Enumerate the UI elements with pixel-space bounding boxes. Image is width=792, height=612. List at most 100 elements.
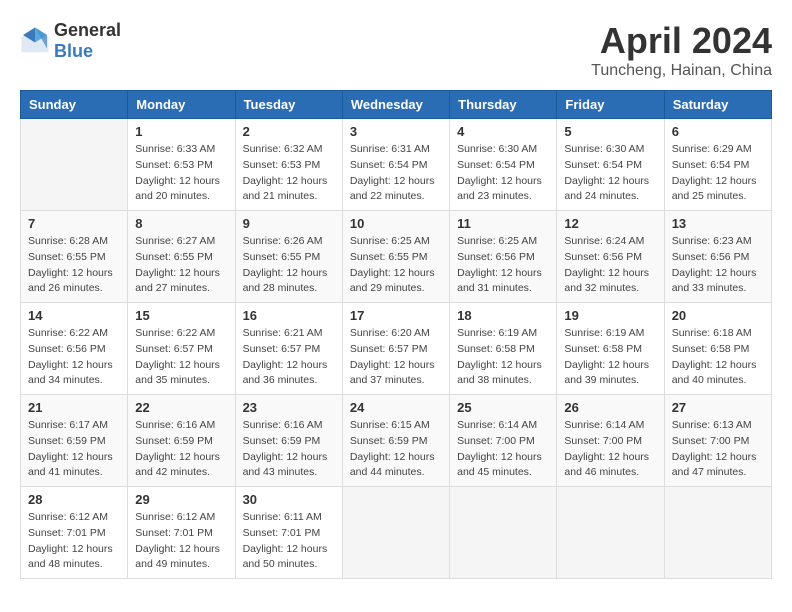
day-info: Sunrise: 6:15 AMSunset: 6:59 PMDaylight:…: [350, 418, 442, 481]
day-number: 17: [350, 308, 442, 323]
day-number: 27: [672, 400, 764, 415]
day-info: Sunrise: 6:17 AMSunset: 6:59 PMDaylight:…: [28, 418, 120, 481]
day-info: Sunrise: 6:16 AMSunset: 6:59 PMDaylight:…: [135, 418, 227, 481]
calendar-cell: [664, 487, 771, 579]
location-title: Tuncheng, Hainan, China: [591, 62, 772, 80]
week-row-2: 7 Sunrise: 6:28 AMSunset: 6:55 PMDaylight…: [21, 211, 772, 303]
logo: General Blue: [20, 20, 121, 62]
calendar-cell: 7 Sunrise: 6:28 AMSunset: 6:55 PMDaylight…: [21, 211, 128, 303]
day-info: Sunrise: 6:31 AMSunset: 6:54 PMDaylight:…: [350, 142, 442, 205]
day-info: Sunrise: 6:30 AMSunset: 6:54 PMDaylight:…: [564, 142, 656, 205]
day-number: 22: [135, 400, 227, 415]
calendar-cell: 25 Sunrise: 6:14 AMSunset: 7:00 PMDayligh…: [450, 395, 557, 487]
day-number: 25: [457, 400, 549, 415]
day-number: 30: [243, 492, 335, 507]
calendar-cell: 20Sunrise: 6:18 AMSunset: 6:58 PMDayligh…: [664, 303, 771, 395]
logo-icon: [20, 26, 50, 56]
calendar-cell: 24 Sunrise: 6:15 AMSunset: 6:59 PMDayligh…: [342, 395, 449, 487]
calendar-cell: [450, 487, 557, 579]
day-info: Sunrise: 6:30 AMSunset: 6:54 PMDaylight:…: [457, 142, 549, 205]
day-number: 10: [350, 216, 442, 231]
day-info: Sunrise: 6:11 AMSunset: 7:01 PMDaylight:…: [243, 510, 335, 573]
day-number: 16: [243, 308, 335, 323]
calendar-cell: 21 Sunrise: 6:17 AMSunset: 6:59 PMDayligh…: [21, 395, 128, 487]
calendar-cell: 13 Sunrise: 6:23 AMSunset: 6:56 PMDayligh…: [664, 211, 771, 303]
calendar-cell: 4 Sunrise: 6:30 AMSunset: 6:54 PMDaylight…: [450, 119, 557, 211]
day-info: Sunrise: 6:22 AMSunset: 6:57 PMDaylight:…: [135, 326, 227, 389]
calendar-cell: 12Sunrise: 6:24 AMSunset: 6:56 PMDayligh…: [557, 211, 664, 303]
day-number: 8: [135, 216, 227, 231]
day-info: Sunrise: 6:23 AMSunset: 6:56 PMDaylight:…: [672, 234, 764, 297]
day-number: 12: [564, 216, 656, 231]
calendar-cell: 6Sunrise: 6:29 AMSunset: 6:54 PMDaylight…: [664, 119, 771, 211]
week-row-4: 21 Sunrise: 6:17 AMSunset: 6:59 PMDayligh…: [21, 395, 772, 487]
month-title: April 2024: [591, 20, 772, 62]
day-number: 14: [28, 308, 120, 323]
day-info: Sunrise: 6:27 AMSunset: 6:55 PMDaylight:…: [135, 234, 227, 297]
calendar-cell: [342, 487, 449, 579]
calendar-cell: 18Sunrise: 6:19 AMSunset: 6:58 PMDayligh…: [450, 303, 557, 395]
calendar-cell: 1Sunrise: 6:33 AMSunset: 6:53 PMDaylight…: [128, 119, 235, 211]
calendar-cell: 19Sunrise: 6:19 AMSunset: 6:58 PMDayligh…: [557, 303, 664, 395]
day-number: 24: [350, 400, 442, 415]
day-number: 1: [135, 124, 227, 139]
logo-blue: Blue: [54, 41, 93, 61]
day-number: 2: [243, 124, 335, 139]
day-info: Sunrise: 6:20 AMSunset: 6:57 PMDaylight:…: [350, 326, 442, 389]
day-number: 13: [672, 216, 764, 231]
day-header-monday: Monday: [128, 91, 235, 119]
header: General Blue April 2024 Tuncheng, Hainan…: [20, 20, 772, 80]
day-info: Sunrise: 6:14 AMSunset: 7:00 PMDaylight:…: [564, 418, 656, 481]
day-info: Sunrise: 6:32 AMSunset: 6:53 PMDaylight:…: [243, 142, 335, 205]
calendar-cell: 30 Sunrise: 6:11 AMSunset: 7:01 PMDayligh…: [235, 487, 342, 579]
calendar-cell: [21, 119, 128, 211]
day-number: 3: [350, 124, 442, 139]
calendar-cell: 5 Sunrise: 6:30 AMSunset: 6:54 PMDaylight…: [557, 119, 664, 211]
day-number: 5: [564, 124, 656, 139]
day-number: 15: [135, 308, 227, 323]
day-number: 11: [457, 216, 549, 231]
day-info: Sunrise: 6:12 AMSunset: 7:01 PMDaylight:…: [28, 510, 120, 573]
day-info: Sunrise: 6:14 AMSunset: 7:00 PMDaylight:…: [457, 418, 549, 481]
day-info: Sunrise: 6:19 AMSunset: 6:58 PMDaylight:…: [564, 326, 656, 389]
logo-general: General: [54, 20, 121, 40]
day-number: 21: [28, 400, 120, 415]
calendar-cell: 16 Sunrise: 6:21 AMSunset: 6:57 PMDayligh…: [235, 303, 342, 395]
day-number: 4: [457, 124, 549, 139]
day-info: Sunrise: 6:21 AMSunset: 6:57 PMDaylight:…: [243, 326, 335, 389]
days-header-row: SundayMondayTuesdayWednesdayThursdayFrid…: [21, 91, 772, 119]
day-header-wednesday: Wednesday: [342, 91, 449, 119]
calendar-cell: 9Sunrise: 6:26 AMSunset: 6:55 PMDaylight…: [235, 211, 342, 303]
day-number: 29: [135, 492, 227, 507]
day-info: Sunrise: 6:16 AMSunset: 6:59 PMDaylight:…: [243, 418, 335, 481]
day-header-friday: Friday: [557, 91, 664, 119]
day-header-tuesday: Tuesday: [235, 91, 342, 119]
day-info: Sunrise: 6:29 AMSunset: 6:54 PMDaylight:…: [672, 142, 764, 205]
calendar-cell: 29 Sunrise: 6:12 AMSunset: 7:01 PMDayligh…: [128, 487, 235, 579]
day-info: Sunrise: 6:25 AMSunset: 6:56 PMDaylight:…: [457, 234, 549, 297]
calendar-cell: 23 Sunrise: 6:16 AMSunset: 6:59 PMDayligh…: [235, 395, 342, 487]
day-number: 18: [457, 308, 549, 323]
day-number: 23: [243, 400, 335, 415]
day-info: Sunrise: 6:22 AMSunset: 6:56 PMDaylight:…: [28, 326, 120, 389]
title-area: April 2024 Tuncheng, Hainan, China: [591, 20, 772, 80]
calendar-cell: 3 Sunrise: 6:31 AMSunset: 6:54 PMDaylight…: [342, 119, 449, 211]
day-number: 7: [28, 216, 120, 231]
calendar-cell: 8 Sunrise: 6:27 AMSunset: 6:55 PMDaylight…: [128, 211, 235, 303]
calendar-cell: 22 Sunrise: 6:16 AMSunset: 6:59 PMDayligh…: [128, 395, 235, 487]
day-info: Sunrise: 6:12 AMSunset: 7:01 PMDaylight:…: [135, 510, 227, 573]
day-number: 9: [243, 216, 335, 231]
calendar-cell: 11 Sunrise: 6:25 AMSunset: 6:56 PMDayligh…: [450, 211, 557, 303]
day-info: Sunrise: 6:28 AMSunset: 6:55 PMDaylight:…: [28, 234, 120, 297]
calendar-cell: 2 Sunrise: 6:32 AMSunset: 6:53 PMDaylight…: [235, 119, 342, 211]
day-header-saturday: Saturday: [664, 91, 771, 119]
calendar-cell: [557, 487, 664, 579]
calendar-table: SundayMondayTuesdayWednesdayThursdayFrid…: [20, 90, 772, 579]
day-info: Sunrise: 6:25 AMSunset: 6:55 PMDaylight:…: [350, 234, 442, 297]
calendar-cell: 27Sunrise: 6:13 AMSunset: 7:00 PMDayligh…: [664, 395, 771, 487]
day-header-thursday: Thursday: [450, 91, 557, 119]
day-number: 26: [564, 400, 656, 415]
calendar-cell: 10 Sunrise: 6:25 AMSunset: 6:55 PMDayligh…: [342, 211, 449, 303]
day-number: 28: [28, 492, 120, 507]
calendar-cell: 26 Sunrise: 6:14 AMSunset: 7:00 PMDayligh…: [557, 395, 664, 487]
